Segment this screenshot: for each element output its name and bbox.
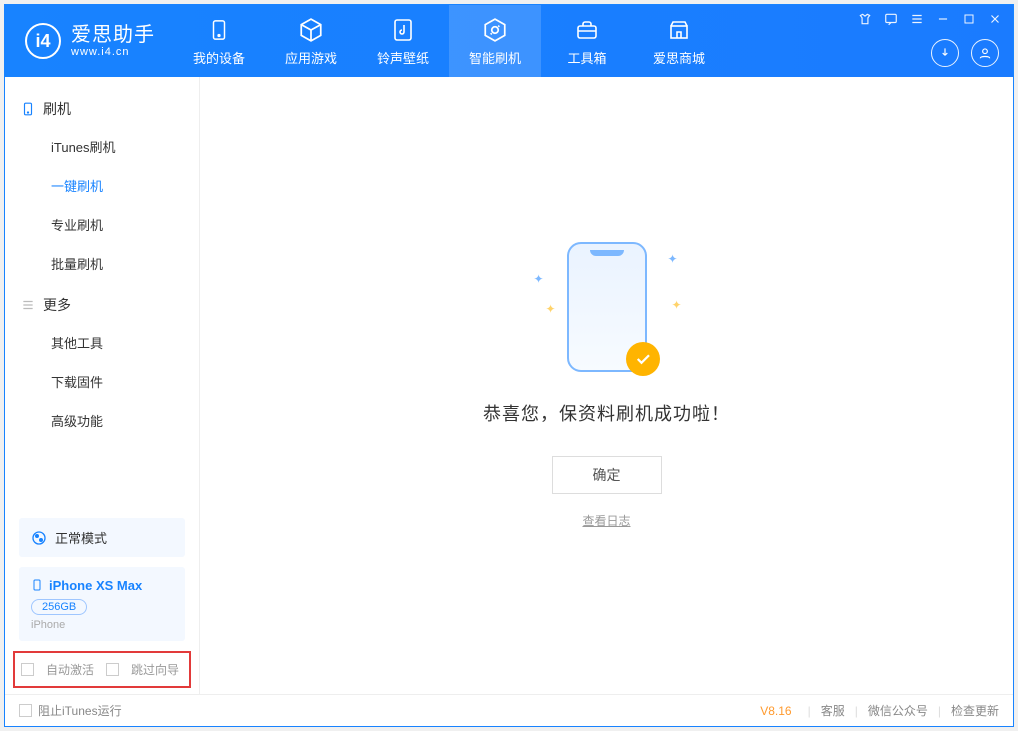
auto-activate-checkbox[interactable]: [21, 663, 34, 676]
sidebar-item-flash-3[interactable]: 批量刷机: [5, 244, 199, 283]
nav-tab-1[interactable]: 应用游戏: [265, 5, 357, 77]
footer-link-support[interactable]: 客服: [821, 702, 845, 719]
success-message: 恭喜您，保资料刷机成功啦！: [483, 400, 730, 426]
sidebar-section-label: 更多: [43, 295, 71, 315]
sidebar-item-more-1[interactable]: 下载固件: [5, 362, 199, 401]
nav-tab-label: 应用游戏: [285, 48, 337, 67]
cube-icon: [297, 16, 325, 44]
phone-icon: [205, 16, 233, 44]
main-content: ✦ ✦ ✦ ✦ 恭喜您，保资料刷机成功啦！ 确定 查看日志: [200, 77, 1013, 694]
device-icon: [21, 100, 35, 118]
brand-logo-icon: i4: [25, 23, 61, 59]
mode-label: 正常模式: [55, 528, 107, 547]
refresh-icon: [481, 16, 509, 44]
sidebar-item-flash-0[interactable]: iTunes刷机: [5, 127, 199, 166]
nav-tab-5[interactable]: 爱思商城: [633, 5, 725, 77]
window-controls: [857, 11, 1003, 27]
download-icon[interactable]: [931, 39, 959, 67]
app-window: i4 爱思助手 www.i4.cn 我的设备 应用游戏 铃声壁纸 智能刷机 工具箱 爱思商…: [4, 4, 1014, 727]
nav-tab-label: 爱思商城: [653, 48, 705, 67]
footer: 阻止iTunes运行 V8.16 | 客服 | 微信公众号 | 检查更新: [5, 694, 1013, 726]
nav-tabs: 我的设备 应用游戏 铃声壁纸 智能刷机 工具箱 爱思商城: [173, 5, 725, 77]
sidebar-section-label: 刷机: [43, 99, 71, 119]
brand-subtitle: www.i4.cn: [71, 46, 155, 58]
nav-tab-label: 工具箱: [567, 48, 606, 67]
titlebar: i4 爱思助手 www.i4.cn 我的设备 应用游戏 铃声壁纸 智能刷机 工具箱 爱思商…: [5, 5, 1013, 77]
sidebar-item-flash-1[interactable]: 一键刷机: [5, 166, 199, 205]
nav-tab-label: 智能刷机: [469, 48, 521, 67]
block-itunes-label: 阻止iTunes运行: [38, 702, 122, 719]
store-icon: [665, 16, 693, 44]
version-label: V8.16: [760, 704, 791, 718]
device-storage-badge: 256GB: [31, 599, 87, 615]
brand-title: 爱思助手: [71, 24, 155, 46]
minimize-icon[interactable]: [935, 11, 951, 27]
user-icon[interactable]: [971, 39, 999, 67]
sparkle-icon: ✦: [667, 252, 677, 266]
success-check-icon: [626, 342, 660, 376]
device-type: iPhone: [31, 619, 173, 631]
device-box[interactable]: iPhone XS Max 256GB iPhone: [19, 567, 185, 641]
titlebar-actions: [931, 39, 999, 67]
skip-guide-checkbox[interactable]: [106, 663, 119, 676]
tshirt-icon[interactable]: [857, 11, 873, 27]
footer-link-update[interactable]: 检查更新: [951, 702, 999, 719]
block-itunes-checkbox[interactable]: [19, 704, 32, 717]
sidebar-section-flash: 刷机: [5, 87, 199, 127]
sidebar-item-more-2[interactable]: 高级功能: [5, 401, 199, 440]
mode-box[interactable]: 正常模式: [19, 518, 185, 557]
list-icon: [21, 298, 35, 312]
nav-tab-label: 铃声壁纸: [377, 48, 429, 67]
maximize-icon[interactable]: [961, 11, 977, 27]
sidebar: 刷机 iTunes刷机一键刷机专业刷机批量刷机 更多 其他工具下载固件高级功能 …: [5, 77, 200, 694]
sparkle-icon: ✦: [671, 298, 681, 312]
menu-icon[interactable]: [909, 11, 925, 27]
device-name: iPhone XS Max: [49, 578, 142, 593]
phone-small-icon: [31, 577, 43, 593]
sparkle-icon: ✦: [534, 272, 544, 286]
sidebar-item-flash-2[interactable]: 专业刷机: [5, 205, 199, 244]
sparkle-icon: ✦: [546, 302, 556, 316]
brand: i4 爱思助手 www.i4.cn: [5, 23, 173, 59]
music-icon: [389, 16, 417, 44]
view-log-link[interactable]: 查看日志: [582, 512, 630, 529]
sidebar-section-more: 更多: [5, 283, 199, 323]
skip-guide-label: 跳过向导: [131, 661, 179, 678]
success-illustration: ✦ ✦ ✦ ✦: [532, 242, 682, 382]
close-icon[interactable]: [987, 11, 1003, 27]
mode-icon: [31, 530, 47, 546]
sidebar-item-more-0[interactable]: 其他工具: [5, 323, 199, 362]
nav-tab-label: 我的设备: [193, 48, 245, 67]
nav-tab-4[interactable]: 工具箱: [541, 5, 633, 77]
body: 刷机 iTunes刷机一键刷机专业刷机批量刷机 更多 其他工具下载固件高级功能 …: [5, 77, 1013, 694]
feedback-icon[interactable]: [883, 11, 899, 27]
options-row: 自动激活 跳过向导: [13, 651, 191, 688]
nav-tab-2[interactable]: 铃声壁纸: [357, 5, 449, 77]
auto-activate-label: 自动激活: [46, 661, 94, 678]
nav-tab-3[interactable]: 智能刷机: [449, 5, 541, 77]
nav-tab-0[interactable]: 我的设备: [173, 5, 265, 77]
ok-button[interactable]: 确定: [552, 456, 662, 494]
toolbox-icon: [573, 16, 601, 44]
footer-link-wechat[interactable]: 微信公众号: [868, 702, 928, 719]
